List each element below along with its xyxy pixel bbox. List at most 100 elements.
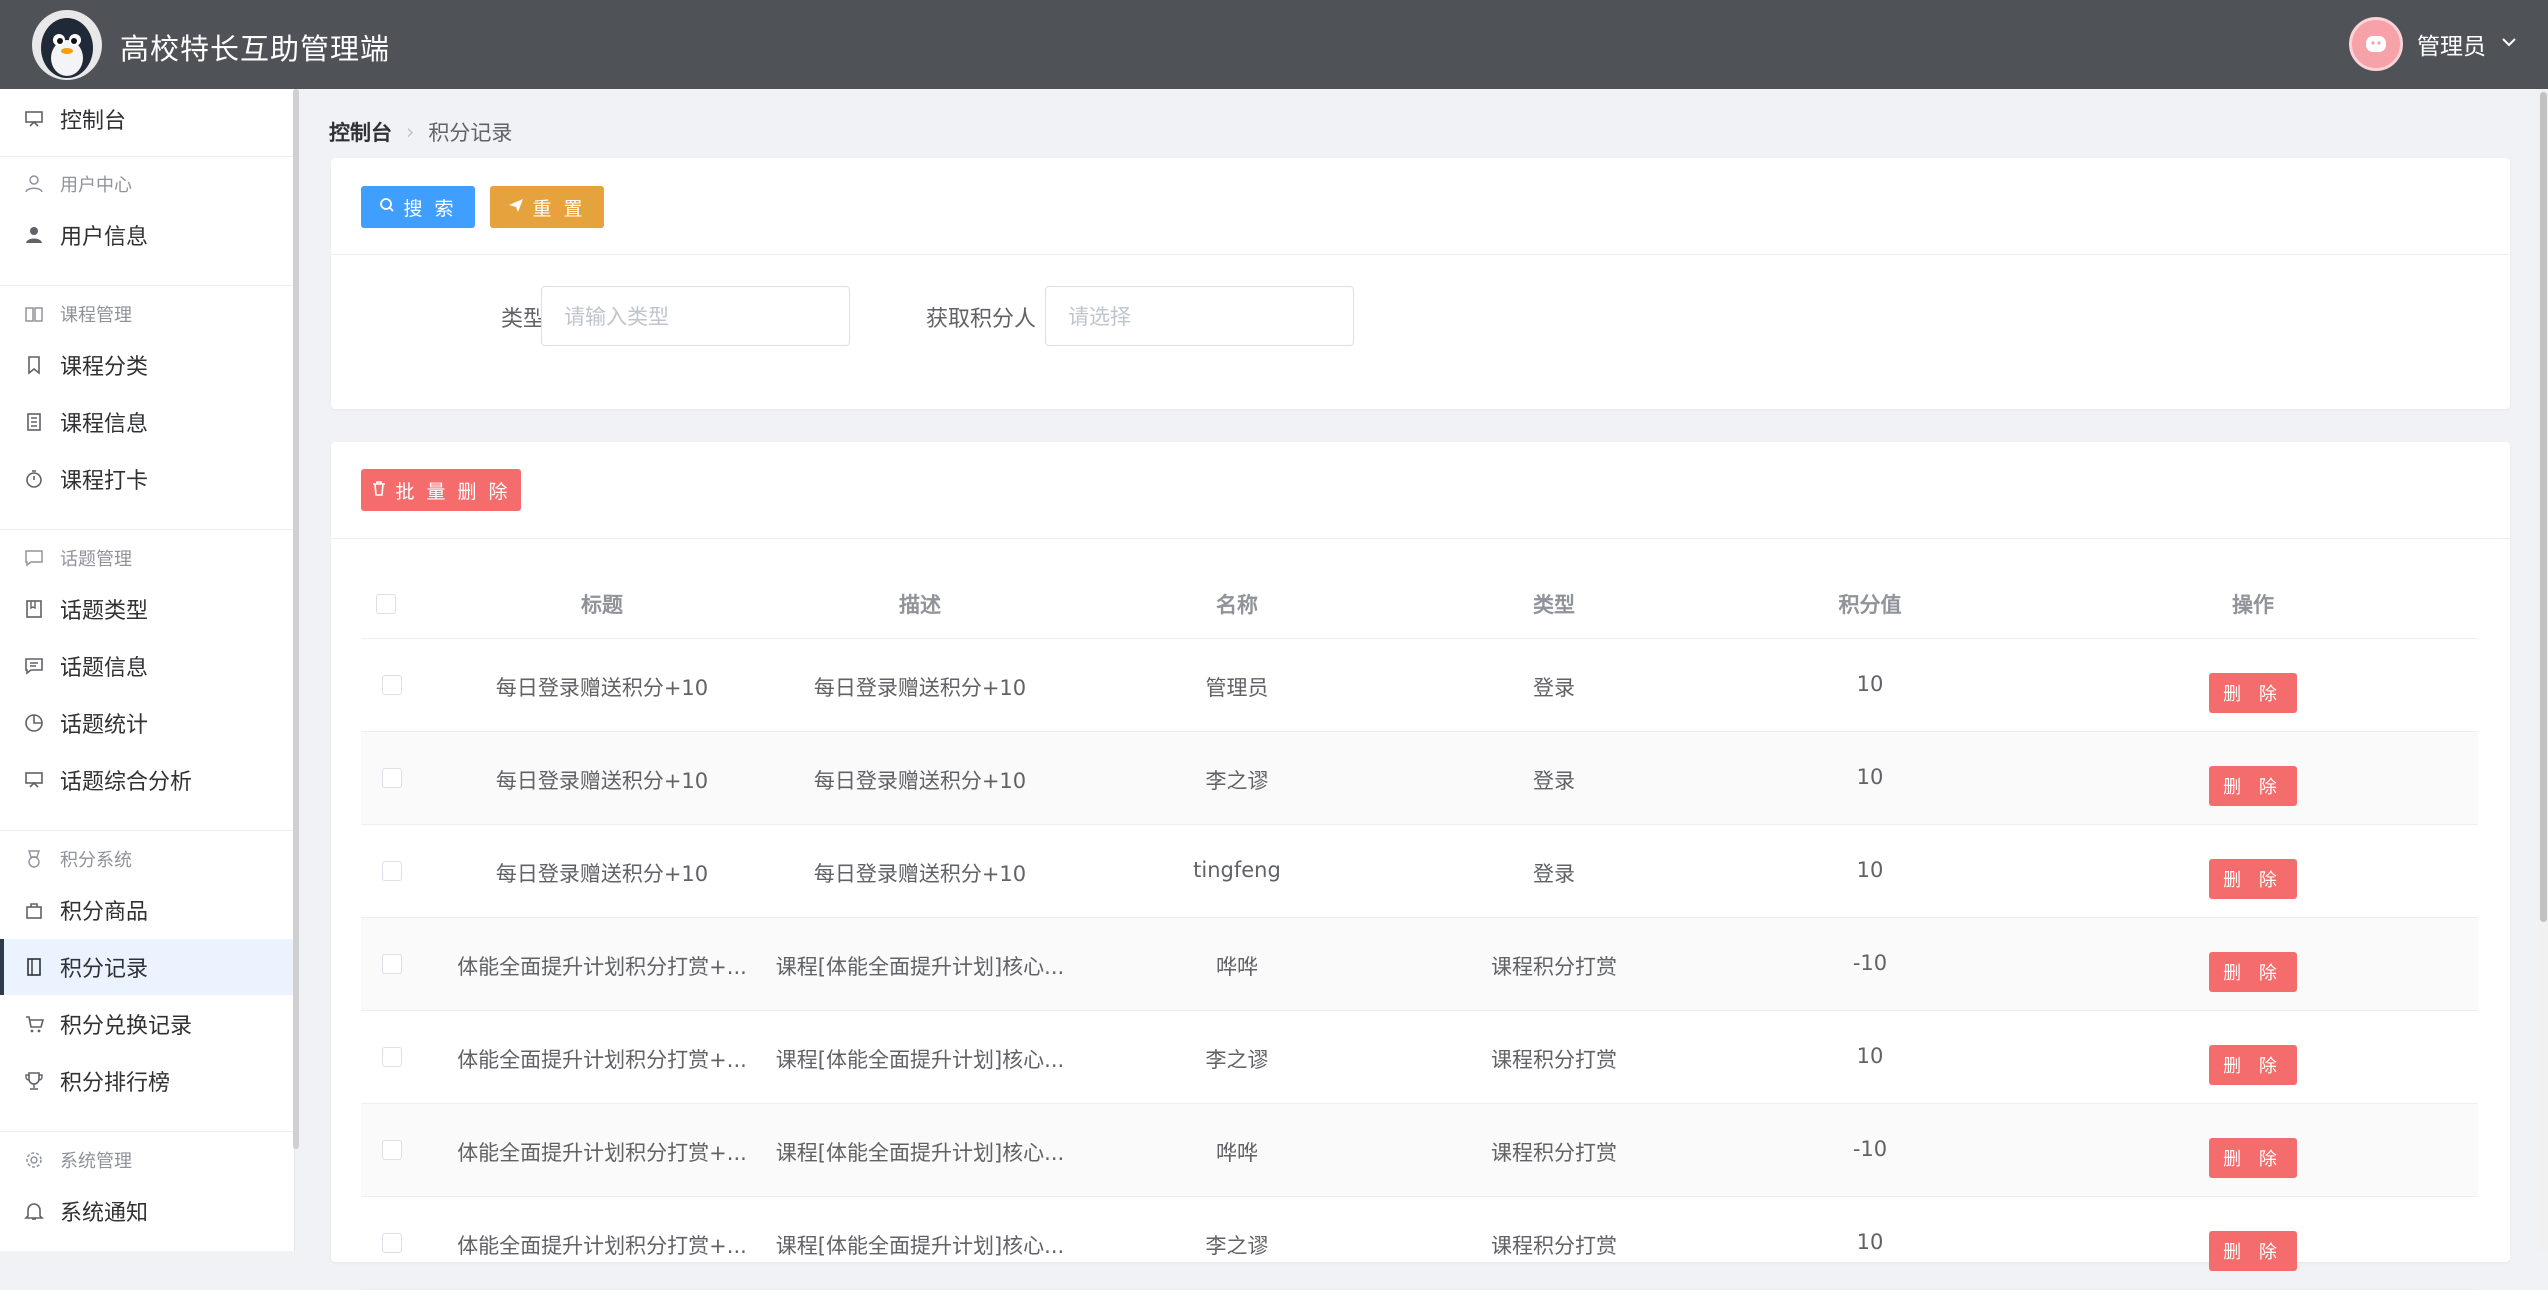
column-header-desc[interactable]: 描述 [762, 589, 1078, 619]
sidebar-group-points: 积分系统 [24, 846, 132, 872]
row-checkbox[interactable] [382, 1233, 402, 1253]
chat-icon [24, 548, 44, 568]
sidebar-item-label: 积分商品 [60, 900, 149, 925]
cell-desc: 课程[体能全面提升计划]核心... [775, 1048, 1065, 1072]
cell-points: -10 [1852, 1137, 1888, 1161]
sidebar-item-points-records[interactable]: 积分记录 [0, 939, 295, 995]
delete-button[interactable]: 删 除 [2209, 673, 2297, 713]
cell-title: 体能全面提升计划积分打赏+... [457, 1141, 747, 1165]
sidebar-item-label: 积分排行榜 [60, 1071, 171, 1096]
notebook-icon [24, 599, 44, 619]
user-label: 获取积分人 [925, 307, 1036, 332]
sidebar-item-label: 话题综合分析 [60, 770, 193, 795]
cell-name: 李之谬 [1205, 1234, 1269, 1258]
cell-desc: 每日登录赠送积分+10 [813, 769, 1027, 793]
cell-points: 10 [1856, 672, 1884, 696]
delete-button[interactable]: 删 除 [2209, 952, 2297, 992]
delete-button[interactable]: 删 除 [2209, 859, 2297, 899]
column-header-type[interactable]: 类型 [1396, 589, 1712, 619]
sidebar-item-course-info[interactable]: 课程信息 [0, 394, 295, 450]
sidebar-item-topic-stats[interactable]: 话题统计 [0, 695, 295, 751]
breadcrumb-home[interactable]: 控制台 [329, 117, 392, 147]
sidebar-item-course-category[interactable]: 课程分类 [0, 337, 295, 393]
sidebar-item-points-ranking[interactable]: 积分排行榜 [0, 1053, 295, 1109]
breadcrumb: 控制台 › 积分记录 [329, 117, 512, 147]
breadcrumb-current: 积分记录 [428, 121, 513, 145]
main-scrollbar-thumb[interactable] [2540, 92, 2547, 922]
sidebar-item-points-goods[interactable]: 积分商品 [0, 882, 295, 938]
cell-type: 课程积分打赏 [1491, 1141, 1617, 1165]
user-outline-icon [24, 174, 44, 194]
bookmark-icon [24, 355, 44, 375]
send-icon [508, 196, 524, 218]
user-menu[interactable]: 管理员 [2349, 17, 2518, 71]
cell-name: tingfeng [1193, 858, 1281, 882]
delete-button[interactable]: 删 除 [2209, 1231, 2297, 1271]
trophy-icon [24, 1071, 44, 1091]
sidebar-item-label: 课程打卡 [60, 469, 149, 494]
sidebar-item-points-exchange[interactable]: 积分兑换记录 [0, 996, 295, 1052]
column-header-name[interactable]: 名称 [1078, 589, 1396, 619]
sidebar-item-system-notice[interactable]: 系统通知 [0, 1183, 295, 1239]
sidebar-item-label: 积分兑换记录 [60, 1014, 193, 1039]
cell-type: 登录 [1533, 769, 1575, 793]
cell-title: 每日登录赠送积分+10 [495, 862, 709, 886]
cell-points: -10 [1852, 951, 1888, 975]
cell-title: 体能全面提升计划积分打赏+... [457, 1048, 747, 1072]
sidebar-item-topic-analysis[interactable]: 话题综合分析 [0, 752, 295, 808]
sidebar-scrollbar[interactable] [293, 89, 299, 1149]
chevron-down-icon[interactable] [2500, 31, 2518, 57]
row-checkbox[interactable] [382, 1140, 402, 1160]
row-checkbox[interactable] [382, 1047, 402, 1067]
sidebar-item-user-info[interactable]: 用户信息 [0, 207, 295, 263]
sidebar-group-user-center: 用户中心 [24, 171, 132, 197]
delete-button[interactable]: 删 除 [2209, 1138, 2297, 1178]
sidebar-item-topic-info[interactable]: 话题信息 [0, 638, 295, 694]
sidebar-item-label: 系统通知 [60, 1201, 149, 1226]
cell-title: 每日登录赠送积分+10 [495, 769, 709, 793]
row-checkbox[interactable] [382, 768, 402, 788]
sidebar-item-label: 用户信息 [60, 225, 149, 250]
cell-name: 李之谬 [1205, 1048, 1269, 1072]
row-checkbox[interactable] [382, 861, 402, 881]
monitor-icon [24, 770, 44, 790]
bag-icon [24, 900, 44, 920]
sidebar-item-label: 积分记录 [60, 957, 149, 982]
avatar[interactable] [2349, 17, 2403, 71]
delete-button[interactable]: 删 除 [2209, 1045, 2297, 1085]
cell-desc: 课程[体能全面提升计划]核心... [775, 1234, 1065, 1258]
column-header-points[interactable]: 积分值 [1712, 589, 2028, 619]
cell-name: 李之谬 [1205, 769, 1269, 793]
select-all-checkbox[interactable] [376, 594, 396, 614]
search-card: 搜 索 重 置 类型 请输入类型 获取积分人 请选择 [331, 158, 2510, 409]
cell-desc: 每日登录赠送积分+10 [813, 862, 1027, 886]
dashboard-icon [24, 109, 44, 129]
sidebar-group-course: 课程管理 [24, 301, 132, 327]
timer-icon [24, 469, 44, 489]
user-name[interactable]: 管理员 [2417, 27, 2486, 61]
sidebar-item-topic-type[interactable]: 话题类型 [0, 581, 295, 637]
type-input[interactable]: 请输入类型 [541, 286, 850, 346]
reset-button[interactable]: 重 置 [490, 186, 604, 228]
sidebar-group-topic: 话题管理 [24, 545, 132, 571]
book-icon [24, 304, 44, 324]
cell-points: 10 [1856, 765, 1884, 789]
search-button[interactable]: 搜 索 [361, 186, 475, 228]
cell-type: 登录 [1533, 862, 1575, 886]
medal-icon [24, 849, 44, 869]
cell-desc: 课程[体能全面提升计划]核心... [775, 1141, 1065, 1165]
chevron-right-icon: › [406, 120, 415, 144]
trash-icon [371, 479, 387, 501]
sidebar-item-course-checkin[interactable]: 课程打卡 [0, 451, 295, 507]
user-select[interactable]: 请选择 [1045, 286, 1354, 346]
sidebar-item-label: 话题统计 [60, 713, 149, 738]
delete-button[interactable]: 删 除 [2209, 766, 2297, 806]
sidebar-item-dashboard[interactable]: 控制台 [0, 91, 295, 147]
row-checkbox[interactable] [382, 954, 402, 974]
top-header: 高校特长互助管理端 管理员 [0, 0, 2548, 89]
column-header-title[interactable]: 标题 [446, 589, 758, 619]
batch-delete-button[interactable]: 批 量 删 除 [361, 469, 521, 511]
sidebar-group-system: 系统管理 [24, 1147, 132, 1173]
row-checkbox[interactable] [382, 675, 402, 695]
sidebar-item-label: 课程信息 [60, 412, 149, 437]
